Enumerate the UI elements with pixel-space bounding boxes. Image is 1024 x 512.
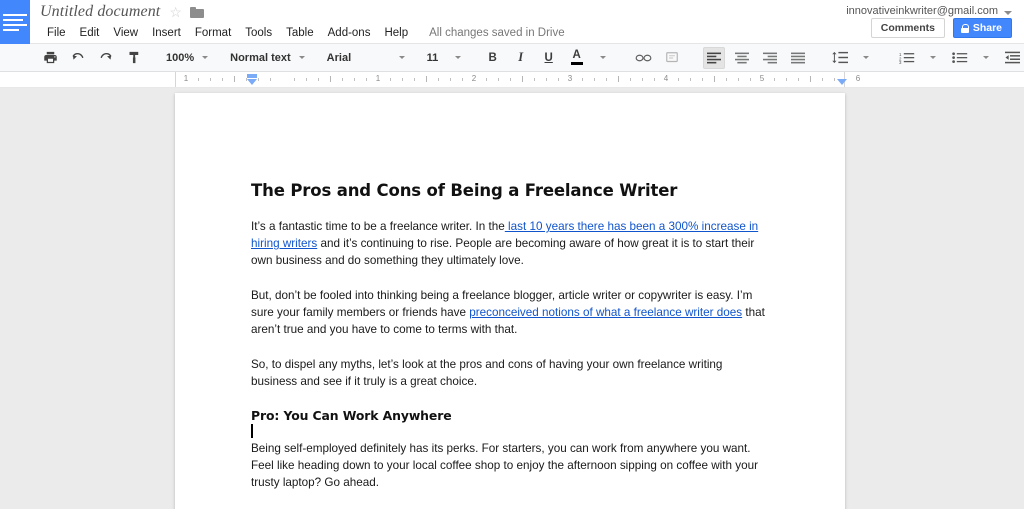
text-color-swatch — [570, 62, 583, 65]
underline-button[interactable]: U — [538, 47, 560, 69]
link-preconceived-notions[interactable]: preconceived notions of what a freelance… — [469, 306, 742, 319]
line-spacing-dropdown[interactable] — [854, 47, 876, 69]
align-center-icon[interactable] — [731, 47, 753, 69]
document-paragraph-3: So, to dispel any myths, let’s look at t… — [251, 358, 723, 388]
formatting-toolbar: 100% Normal text Arial 11 B I U A 1 2 3 — [0, 44, 1024, 72]
chevron-down-icon — [982, 56, 989, 59]
document-canvas[interactable]: The Pros and Cons of Being a Freelance W… — [0, 88, 1024, 509]
document-body[interactable]: The Pros and Cons of Being a Freelance W… — [175, 93, 845, 491]
chevron-down-icon — [398, 56, 405, 59]
underline-label: U — [544, 51, 553, 64]
menu-item-help[interactable]: Help — [377, 26, 415, 40]
line-spacing-icon[interactable] — [829, 47, 851, 69]
numbered-list-icon[interactable]: 123 — [896, 47, 918, 69]
italic-label: I — [518, 50, 524, 64]
account-email[interactable]: innovativeinkwriter@gmail.com — [846, 5, 998, 17]
text-color-dropdown[interactable] — [591, 47, 613, 69]
chevron-down-icon[interactable] — [1004, 11, 1012, 15]
bulleted-list-icon[interactable] — [949, 47, 971, 69]
menu-item-table[interactable]: Table — [279, 26, 321, 40]
document-paragraph-4: Being self-employed definitely has its p… — [251, 442, 759, 489]
document-title[interactable]: Untitled document — [40, 3, 160, 21]
menu-item-format[interactable]: Format — [188, 26, 238, 40]
chevron-down-icon — [202, 56, 209, 59]
ruler-number: 3 — [567, 74, 573, 83]
text-cursor-caret — [251, 424, 253, 438]
lock-icon — [960, 23, 970, 33]
menu-item-addons[interactable]: Add-ons — [321, 26, 378, 40]
first-line-indent-marker[interactable] — [247, 74, 257, 78]
star-outline-icon[interactable]: ☆ — [169, 5, 182, 19]
font-size-select[interactable]: 11 — [423, 47, 465, 69]
undo-icon[interactable] — [67, 47, 89, 69]
align-justify-icon[interactable] — [787, 47, 809, 69]
left-indent-marker[interactable] — [247, 79, 257, 85]
ruler-number: 6 — [855, 74, 861, 83]
bold-label: B — [488, 51, 497, 64]
svg-text:3: 3 — [899, 60, 902, 64]
menu-item-edit[interactable]: Edit — [73, 26, 107, 40]
paragraph-1-before-link: It’s a fantastic time to be a freelance … — [251, 220, 505, 233]
ruler-track[interactable]: 1 1 2 3 4 5 6 — [175, 72, 860, 87]
empty-paragraph-line[interactable] — [251, 423, 770, 440]
menu-item-view[interactable]: View — [106, 26, 145, 40]
save-status: All changes saved in Drive — [429, 26, 565, 39]
italic-button[interactable]: I — [510, 47, 532, 69]
font-family-value: Arial — [326, 51, 352, 64]
ruler-number: 1 — [183, 74, 189, 83]
menu-item-file[interactable]: File — [40, 26, 73, 40]
comments-button[interactable]: Comments — [870, 18, 945, 38]
paragraph-style-value: Normal text — [230, 51, 291, 64]
menu-bar: File Edit View Insert Format Tools Table… — [40, 23, 565, 42]
ruler-number: 2 — [471, 74, 477, 83]
menu-item-insert[interactable]: Insert — [145, 26, 188, 40]
font-size-value: 11 — [426, 51, 439, 64]
ruler-number: 4 — [663, 74, 669, 83]
insert-link-icon[interactable] — [633, 47, 655, 69]
ruler-number: 1 — [375, 74, 381, 83]
document-paragraph-2: But, don’t be fooled into thinking being… — [251, 287, 770, 338]
text-color-label: A — [572, 49, 581, 61]
menu-item-tools[interactable]: Tools — [238, 26, 279, 40]
paragraph-style-select[interactable]: Normal text — [226, 47, 309, 69]
decrease-indent-icon[interactable] — [1002, 47, 1024, 69]
chevron-down-icon — [862, 56, 869, 59]
align-right-icon[interactable] — [759, 47, 781, 69]
chevron-down-icon — [599, 56, 606, 59]
bold-button[interactable]: B — [482, 47, 504, 69]
right-indent-marker[interactable] — [837, 79, 847, 85]
font-family-select[interactable]: Arial — [323, 47, 409, 69]
bulleted-list-dropdown[interactable] — [974, 47, 996, 69]
document-page[interactable]: The Pros and Cons of Being a Freelance W… — [175, 93, 845, 509]
chevron-down-icon — [454, 56, 461, 59]
zoom-select[interactable]: 100% — [162, 47, 212, 69]
document-title-row: Untitled document ☆ — [40, 1, 204, 23]
print-icon[interactable] — [39, 47, 61, 69]
document-subheading: Pro: You Can Work Anywhere — [251, 408, 452, 423]
text-color-button[interactable]: A — [566, 47, 588, 69]
share-button[interactable]: Share — [952, 18, 1012, 38]
document-heading: The Pros and Cons of Being a Freelance W… — [251, 181, 678, 200]
ruler-number: 5 — [759, 74, 765, 83]
folder-icon[interactable] — [189, 6, 204, 18]
add-comment-icon[interactable] — [661, 47, 683, 69]
chevron-down-icon — [929, 56, 936, 59]
google-docs-logo[interactable] — [0, 0, 30, 44]
share-button-label: Share — [972, 22, 1002, 34]
zoom-value: 100% — [166, 51, 195, 64]
document-ruler[interactable]: 1 1 2 3 4 5 6 — [0, 72, 1024, 88]
redo-icon[interactable] — [95, 47, 117, 69]
document-paragraph-1: It’s a fantastic time to be a freelance … — [251, 218, 770, 269]
align-left-icon[interactable] — [702, 46, 725, 69]
chevron-down-icon — [298, 56, 305, 59]
numbered-list-dropdown[interactable] — [921, 47, 943, 69]
paint-format-icon[interactable] — [123, 47, 145, 69]
app-header: Untitled document ☆ File Edit View Inser… — [0, 0, 1024, 44]
paragraph-1-after-link: and it’s continuing to rise. People are … — [251, 237, 755, 267]
